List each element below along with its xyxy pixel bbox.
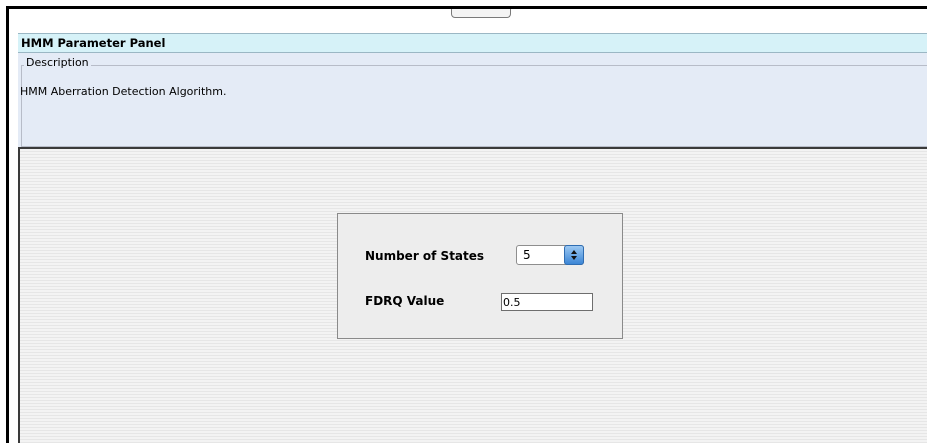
panel-title: HMM Parameter Panel — [18, 33, 927, 53]
arrow-up-icon[interactable] — [571, 250, 577, 254]
parameter-content-area: Number of States 5 FDRQ Value — [18, 149, 927, 443]
hmm-parameter-window: HMM Parameter Panel Description HMM Aber… — [6, 6, 927, 443]
description-panel: Description HMM Aberration Detection Alg… — [18, 53, 927, 147]
fdrq-value-label: FDRQ Value — [365, 294, 445, 308]
number-of-states-value[interactable]: 5 — [523, 246, 531, 264]
number-of-states-label: Number of States — [365, 249, 485, 263]
resize-handle[interactable] — [451, 9, 511, 18]
parameter-form: Number of States 5 FDRQ Value — [337, 213, 623, 339]
number-of-states-stepper[interactable]: 5 — [516, 245, 584, 265]
arrow-down-icon[interactable] — [571, 256, 577, 260]
fdrq-value-input[interactable] — [501, 293, 593, 311]
up-down-stepper-icon[interactable] — [564, 245, 584, 265]
description-frame — [21, 65, 927, 147]
description-text: HMM Aberration Detection Algorithm. — [20, 85, 227, 98]
description-legend: Description — [24, 56, 91, 70]
